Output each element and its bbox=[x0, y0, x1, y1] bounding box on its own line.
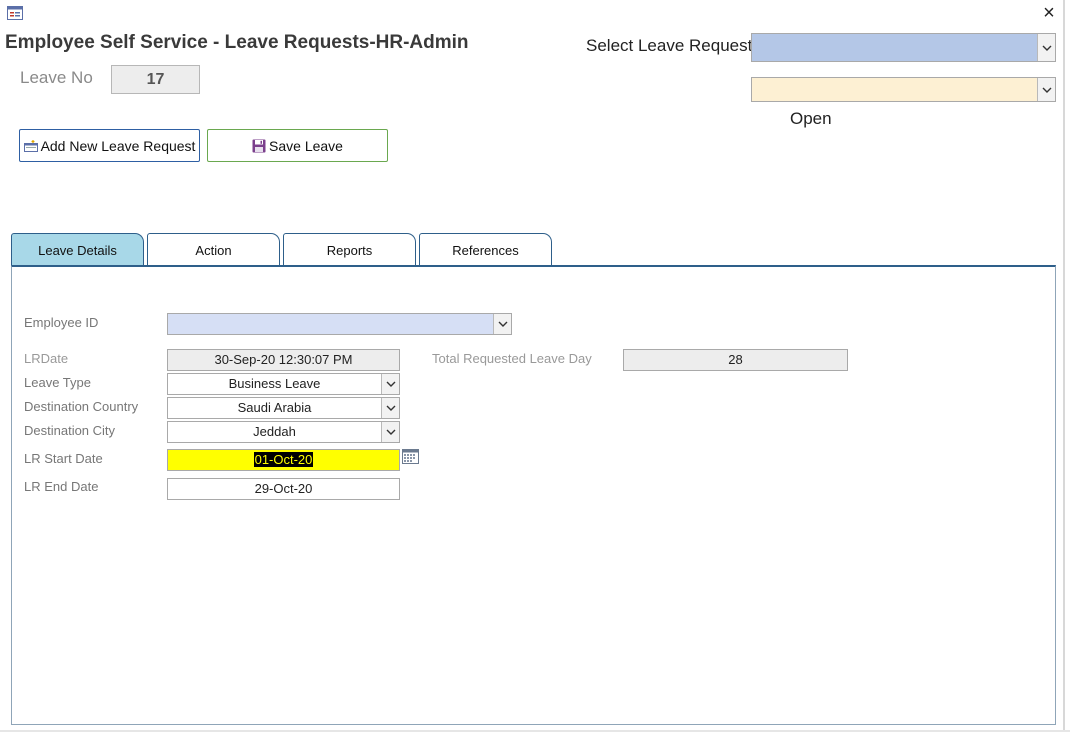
leave-type-combo[interactable]: Business Leave bbox=[167, 373, 400, 395]
chevron-down-icon[interactable] bbox=[381, 422, 399, 442]
chevron-down-icon[interactable] bbox=[1037, 78, 1055, 101]
chevron-down-icon[interactable] bbox=[381, 398, 399, 418]
close-icon[interactable]: × bbox=[1040, 3, 1058, 23]
employee-id-label: Employee ID bbox=[24, 315, 99, 330]
form-icon bbox=[7, 6, 23, 20]
destination-country-combo[interactable]: Saudi Arabia bbox=[167, 397, 400, 419]
total-requested-leave-day-label: Total Requested Leave Day bbox=[432, 351, 592, 366]
destination-country-label: Destination Country bbox=[24, 399, 139, 414]
tab-label: Reports bbox=[326, 242, 373, 258]
destination-city-label: Destination City bbox=[24, 423, 116, 438]
status-text: Open bbox=[790, 109, 832, 128]
destination-country-value: Saudi Arabia bbox=[237, 400, 312, 415]
lr-date-field[interactable]: 30-Sep-20 12:30:07 PM bbox=[167, 349, 400, 371]
employee-id-combo[interactable] bbox=[167, 313, 512, 335]
add-record-icon bbox=[23, 139, 38, 152]
lr-start-date-field[interactable]: 01-Oct-20 bbox=[167, 449, 400, 471]
window-right-border bbox=[1063, 0, 1065, 732]
save-leave-button[interactable]: Save Leave bbox=[207, 129, 388, 162]
status-combo[interactable] bbox=[751, 77, 1056, 102]
tab-references[interactable]: References bbox=[419, 233, 552, 266]
lr-end-date-label: LR End Date bbox=[24, 479, 99, 494]
add-new-leave-request-button[interactable]: Add New Leave Request bbox=[19, 129, 200, 162]
tab-label: References bbox=[452, 242, 519, 258]
leave-type-value: Business Leave bbox=[228, 376, 321, 391]
lr-start-date-label: LR Start Date bbox=[24, 451, 103, 466]
calendar-icon[interactable] bbox=[402, 449, 419, 464]
select-leave-request-combo[interactable] bbox=[751, 33, 1056, 62]
lr-date-label: LRDate bbox=[24, 351, 69, 366]
leave-type-label: Leave Type bbox=[24, 375, 91, 390]
leave-no-label: Leave No bbox=[20, 68, 93, 87]
chevron-down-icon[interactable] bbox=[1037, 34, 1055, 61]
destination-city-value: Jeddah bbox=[253, 424, 296, 439]
tab-action[interactable]: Action bbox=[147, 233, 280, 266]
lr-start-date-value: 01-Oct-20 bbox=[253, 452, 314, 467]
chevron-down-icon[interactable] bbox=[381, 374, 399, 394]
select-leave-request-label: Select Leave Request bbox=[586, 36, 753, 55]
tab-leave-details[interactable]: Leave Details bbox=[11, 233, 144, 266]
total-requested-leave-day-field[interactable]: 28 bbox=[623, 349, 848, 371]
save-leave-label: Save Leave bbox=[269, 137, 343, 154]
add-new-leave-request-label: Add New Leave Request bbox=[40, 137, 196, 154]
tab-label: Action bbox=[195, 242, 232, 258]
leave-no-field[interactable]: 17 bbox=[111, 65, 200, 94]
lr-end-date-field[interactable]: 29-Oct-20 bbox=[167, 478, 400, 500]
tab-reports[interactable]: Reports bbox=[283, 233, 416, 266]
floppy-disk-icon bbox=[252, 139, 266, 152]
chevron-down-icon[interactable] bbox=[493, 314, 511, 334]
tab-label: Leave Details bbox=[38, 242, 117, 258]
page-title: Employee Self Service - Leave Requests-H… bbox=[5, 32, 469, 53]
destination-city-combo[interactable]: Jeddah bbox=[167, 421, 400, 443]
